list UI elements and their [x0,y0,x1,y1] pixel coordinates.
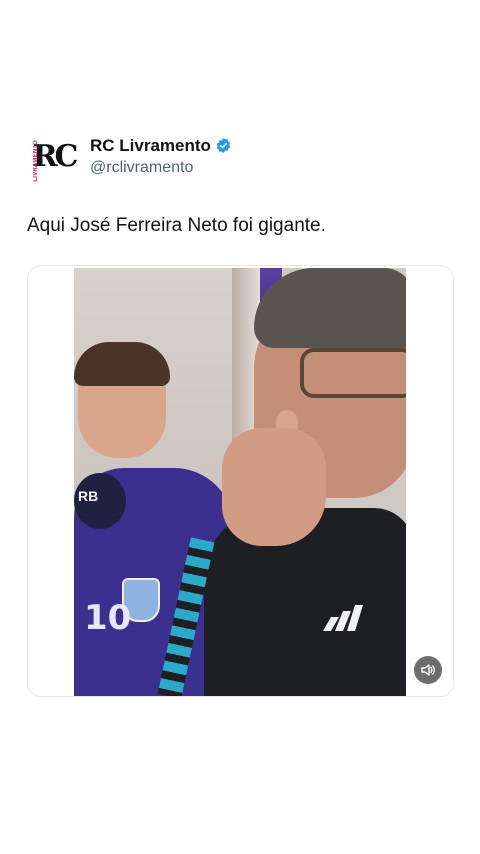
avatar-side-text: LIVRAMENTO [33,140,39,182]
video-frame[interactable]: 10 RB [74,268,406,696]
tweet-header: LIVRAMENTO RC RC Livramento @rclivrament… [32,134,232,182]
glasses [300,348,406,398]
hand [222,428,326,546]
display-name[interactable]: RC Livramento [90,136,211,156]
author-names: RC Livramento @rclivramento [90,136,232,177]
mute-toggle-button[interactable] [414,656,442,684]
media-card[interactable]: 10 RB [27,265,454,697]
shirt-number: 10 [84,598,132,638]
volume-icon [421,664,435,676]
microphone-logo-text: RB [78,488,99,504]
left-person-hair [74,342,170,386]
name-row: RC Livramento [90,136,232,156]
avatar-logo-text: RC [32,138,79,174]
right-person-hair [254,268,406,348]
brand-logo-icon [323,605,363,631]
avatar[interactable]: LIVRAMENTO RC [32,134,79,182]
tweet-text: Aqui José Ferreira Neto foi gigante. [27,215,326,236]
handle[interactable]: @rclivramento [90,159,232,177]
verified-badge-icon [216,138,231,153]
